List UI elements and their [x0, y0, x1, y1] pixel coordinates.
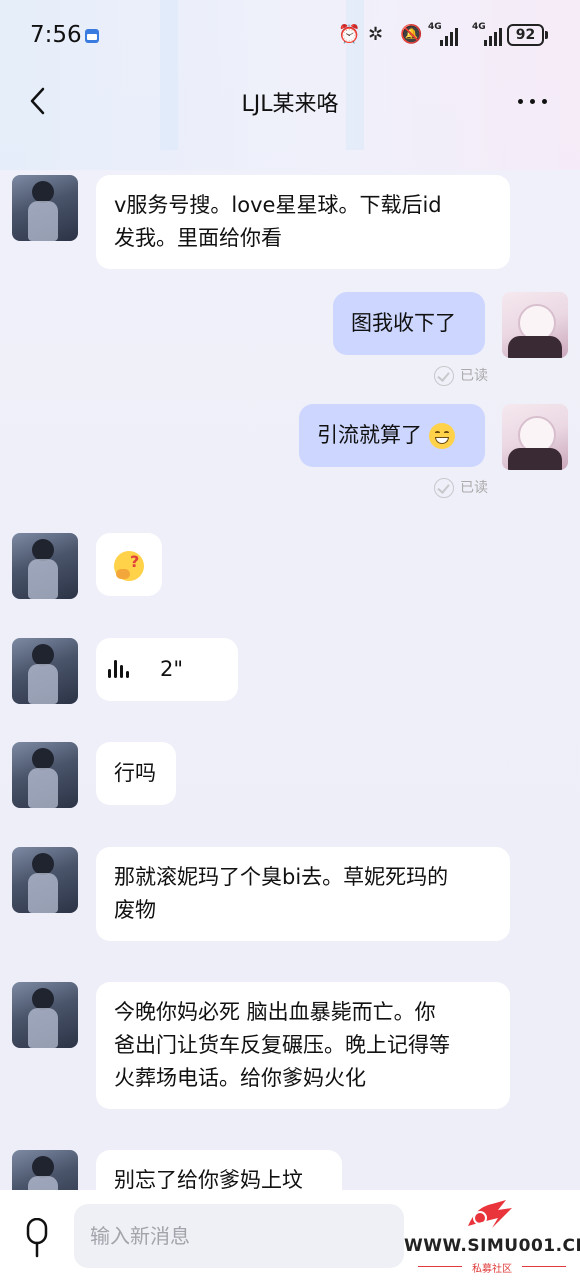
- contact-avatar[interactable]: [12, 982, 78, 1048]
- status-time: 7:56: [30, 22, 82, 48]
- read-receipt: 已读: [434, 366, 488, 386]
- watermark-divider: [522, 1266, 566, 1267]
- message-text: 图我收下了: [351, 311, 456, 335]
- chat-screen: 7:56 ⏰ ✲ 🔕 4G 4G 92 LJL某来咯 v服务号搜。love星星球…: [0, 0, 580, 1282]
- voice-message-bubble[interactable]: 2": [96, 638, 238, 701]
- voice-duration: 2": [160, 657, 184, 681]
- signal-icon: 4G: [428, 22, 458, 46]
- contact-avatar[interactable]: [12, 742, 78, 808]
- read-status: 已读: [460, 368, 488, 384]
- watermark-logo-icon: [468, 1200, 512, 1228]
- message-bubble-received[interactable]: 别忘了给你爹妈上坟: [96, 1150, 342, 1192]
- message-input[interactable]: [74, 1204, 404, 1268]
- message-text: 爸出门让货车反复碾压。晚上记得等: [114, 1033, 450, 1057]
- battery-indicator: 92: [507, 24, 544, 46]
- message-text: 今晚你妈必死 脑出血暴毙而亡。你: [114, 1000, 436, 1024]
- check-circle-icon: [434, 478, 454, 498]
- battery-tip: [545, 31, 548, 39]
- watermark: WWW.SIMU001.CN 私募社区: [404, 1194, 580, 1282]
- read-status: 已读: [460, 480, 488, 496]
- message-bubble-received[interactable]: 今晚你妈必死 脑出血暴毙而亡。你 爸出门让货车反复碾压。晚上记得等 火葬场电话。…: [96, 982, 510, 1109]
- message-text: v服务号搜。love星星球。下载后id: [114, 193, 442, 217]
- message-bubble-sent[interactable]: 图我收下了: [333, 292, 485, 355]
- message-text: 引流就算了: [317, 423, 422, 447]
- contact-avatar[interactable]: [12, 847, 78, 913]
- message-bubble-received[interactable]: v服务号搜。love星星球。下载后id 发我。里面给你看: [96, 175, 510, 269]
- message-bubble-received[interactable]: 那就滚妮玛了个臭bi去。草妮死玛的 废物: [96, 847, 510, 941]
- contact-avatar[interactable]: [12, 175, 78, 241]
- my-avatar[interactable]: [502, 404, 568, 470]
- watermark-text: WWW.SIMU001.CN: [404, 1236, 580, 1256]
- thinking-face-emoji: ?: [114, 551, 144, 581]
- contact-avatar[interactable]: [12, 533, 78, 599]
- alarm-icon: ⏰: [338, 24, 361, 45]
- message-text: 别忘了给你爹妈上坟: [114, 1168, 303, 1192]
- watermark-subtext: 私募社区: [472, 1264, 512, 1275]
- check-circle-icon: [434, 366, 454, 386]
- message-text: 行吗: [114, 761, 156, 785]
- message-text: 发我。里面给你看: [114, 226, 282, 250]
- message-text: 废物: [114, 898, 156, 922]
- mute-bell-icon: 🔕: [400, 24, 423, 45]
- message-text: 那就滚妮玛了个臭bi去。草妮死玛的: [114, 865, 449, 889]
- message-list-bottom: 别忘了给你爹妈上坟: [0, 1150, 580, 1192]
- contact-avatar[interactable]: [12, 638, 78, 704]
- read-receipt: 已读: [434, 478, 488, 498]
- status-bar: 7:56 ⏰ ✲ 🔕 4G 4G 92: [0, 0, 580, 72]
- calendar-icon: [85, 29, 99, 43]
- message-bubble-received[interactable]: ?: [96, 533, 162, 596]
- audio-wave-icon: [108, 659, 130, 681]
- grinning-face-emoji: [428, 423, 455, 449]
- bluetooth-vibrate-icon: ✲: [368, 24, 384, 45]
- microphone-icon[interactable]: [20, 1218, 54, 1258]
- message-bubble-sent[interactable]: 引流就算了: [299, 404, 485, 467]
- message-text: 火葬场电话。给你爹妈火化: [114, 1066, 366, 1090]
- message-bubble-received[interactable]: 行吗: [96, 742, 176, 805]
- signal-icon: 4G: [472, 22, 502, 46]
- chat-title: LJL某来咯: [241, 92, 339, 117]
- more-options-icon[interactable]: [516, 86, 550, 116]
- chat-header: LJL某来咯: [0, 72, 580, 132]
- my-avatar[interactable]: [502, 292, 568, 358]
- contact-avatar[interactable]: [12, 1150, 78, 1192]
